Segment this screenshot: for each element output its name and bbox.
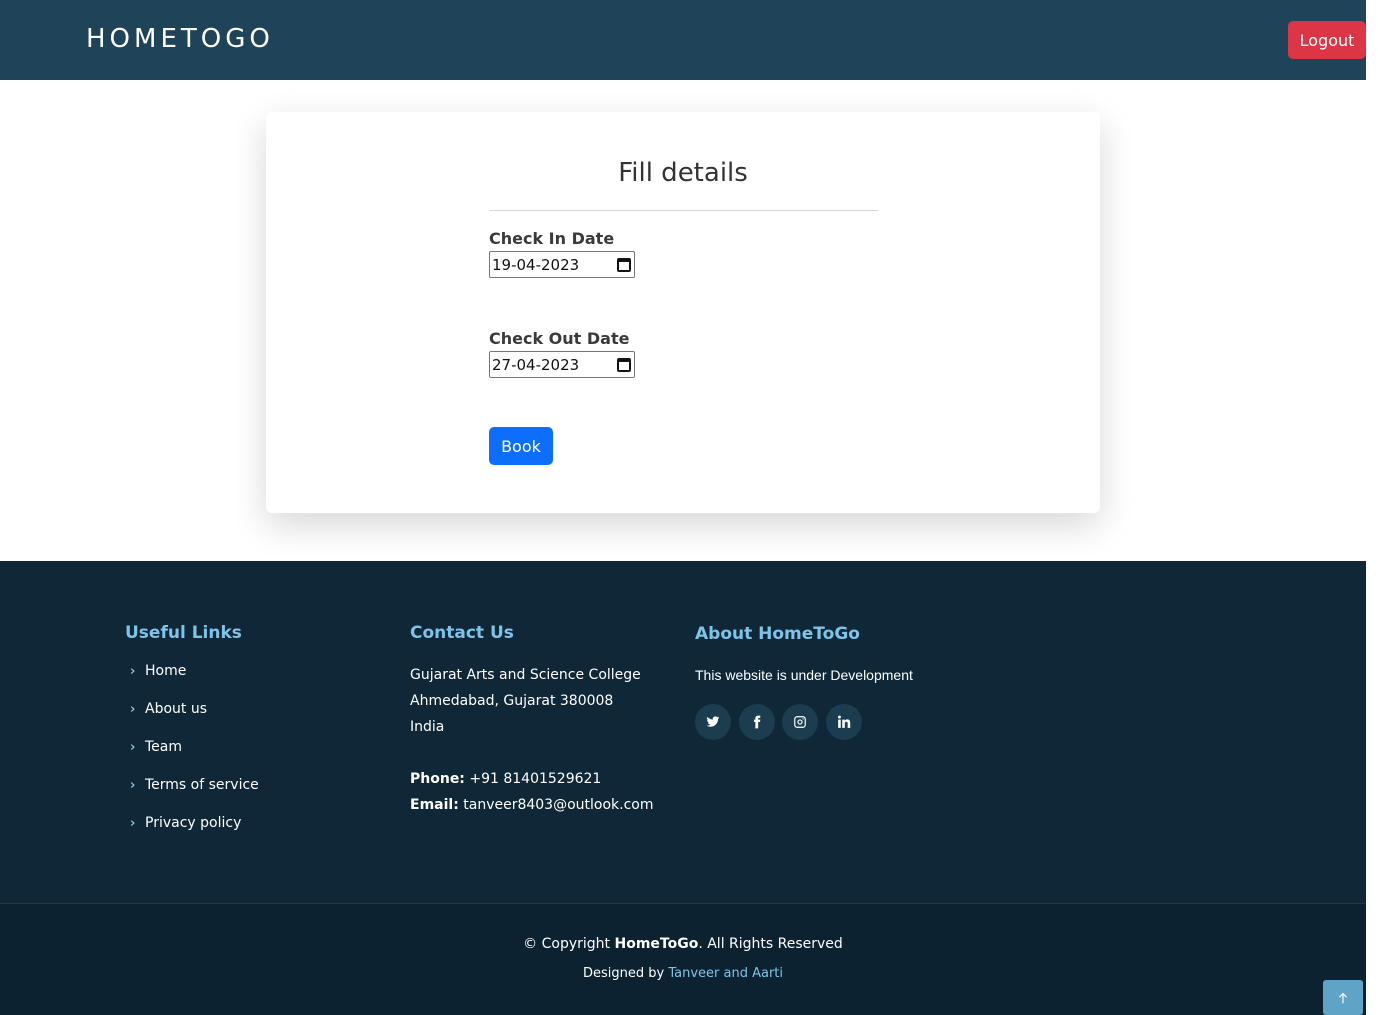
address-line: India <box>410 719 445 735</box>
address-line: Ahmedabad, Gujarat 380008 <box>410 693 614 709</box>
instagram-icon[interactable] <box>782 704 818 740</box>
copyright-brand: HomeToGo <box>614 936 699 952</box>
footer-link-label: Team <box>145 739 183 755</box>
check-in-date-input[interactable]: 19-04-2023 <box>489 251 635 278</box>
useful-links-heading: Useful Links <box>125 623 242 643</box>
calendar-icon[interactable] <box>617 357 631 372</box>
facebook-icon[interactable] <box>739 704 775 740</box>
copyright-text: © Copyright HomeToGo. All Rights Reserve… <box>0 936 1366 952</box>
logout-button[interactable]: Logout <box>1288 21 1366 59</box>
footer-link-label: About us <box>145 701 208 717</box>
chevron-right-icon: › <box>130 701 136 717</box>
chevron-right-icon: › <box>130 777 136 793</box>
calendar-icon[interactable] <box>617 257 631 272</box>
chevron-right-icon: › <box>130 663 136 679</box>
footer: Useful Links › Home › About us › Team › … <box>0 561 1366 1015</box>
copyright-prefix: © Copyright <box>523 936 611 952</box>
check-out-date-input[interactable]: 27-04-2023 <box>489 351 635 378</box>
designers-link[interactable]: Tanveer and Aarti <box>668 966 783 981</box>
chevron-right-icon: › <box>130 815 136 831</box>
title-divider <box>489 210 878 211</box>
copyright-suffix: . All Rights Reserved <box>698 936 843 952</box>
email-label: Email: <box>410 797 459 813</box>
footer-link-privacy[interactable]: › Privacy policy <box>130 815 241 831</box>
about-heading: About HomeToGo <box>695 624 860 644</box>
back-to-top-button[interactable] <box>1323 980 1363 1015</box>
check-in-value: 19-04-2023 <box>492 255 580 274</box>
phone-value: +91 81401529621 <box>469 771 602 787</box>
footer-link-about[interactable]: › About us <box>130 701 207 717</box>
linkedin-icon[interactable] <box>826 704 862 740</box>
footer-bottom <box>0 904 1366 1015</box>
twitter-icon[interactable] <box>695 704 731 740</box>
email-value[interactable]: tanveer8403@outlook.com <box>463 797 653 813</box>
footer-link-label: Home <box>145 663 187 679</box>
booking-card: Fill details Check In Date 19-04-2023 Ch… <box>266 112 1100 513</box>
footer-link-label: Privacy policy <box>145 815 242 831</box>
email-line: Email: tanveer8403@outlook.com <box>410 797 654 813</box>
contact-heading: Contact Us <box>410 623 514 643</box>
scrollbar-gutter <box>1366 0 1378 1015</box>
about-text: This website is under Development <box>695 667 913 683</box>
footer-link-home[interactable]: › Home <box>130 663 186 679</box>
phone-line: Phone: +91 81401529621 <box>410 771 601 787</box>
footer-link-label: Terms of service <box>145 777 259 793</box>
site-logo[interactable]: HOMETOGO <box>86 24 274 54</box>
book-button[interactable]: Book <box>489 427 553 465</box>
designed-by-text: Designed by Tanveer and Aarti <box>0 966 1366 981</box>
arrow-up-icon <box>1338 992 1348 1003</box>
designed-prefix: Designed by <box>582 966 665 981</box>
footer-link-terms[interactable]: › Terms of service <box>130 777 259 793</box>
check-in-label: Check In Date <box>489 229 615 248</box>
top-navbar: HOMETOGO Logout <box>0 0 1366 80</box>
phone-label: Phone: <box>410 771 465 787</box>
form-title: Fill details <box>618 158 748 188</box>
address-line: Gujarat Arts and Science College <box>410 667 641 683</box>
check-out-label: Check Out Date <box>489 329 630 348</box>
chevron-right-icon: › <box>130 739 136 755</box>
check-out-value: 27-04-2023 <box>492 355 580 374</box>
footer-link-team[interactable]: › Team <box>130 739 182 755</box>
